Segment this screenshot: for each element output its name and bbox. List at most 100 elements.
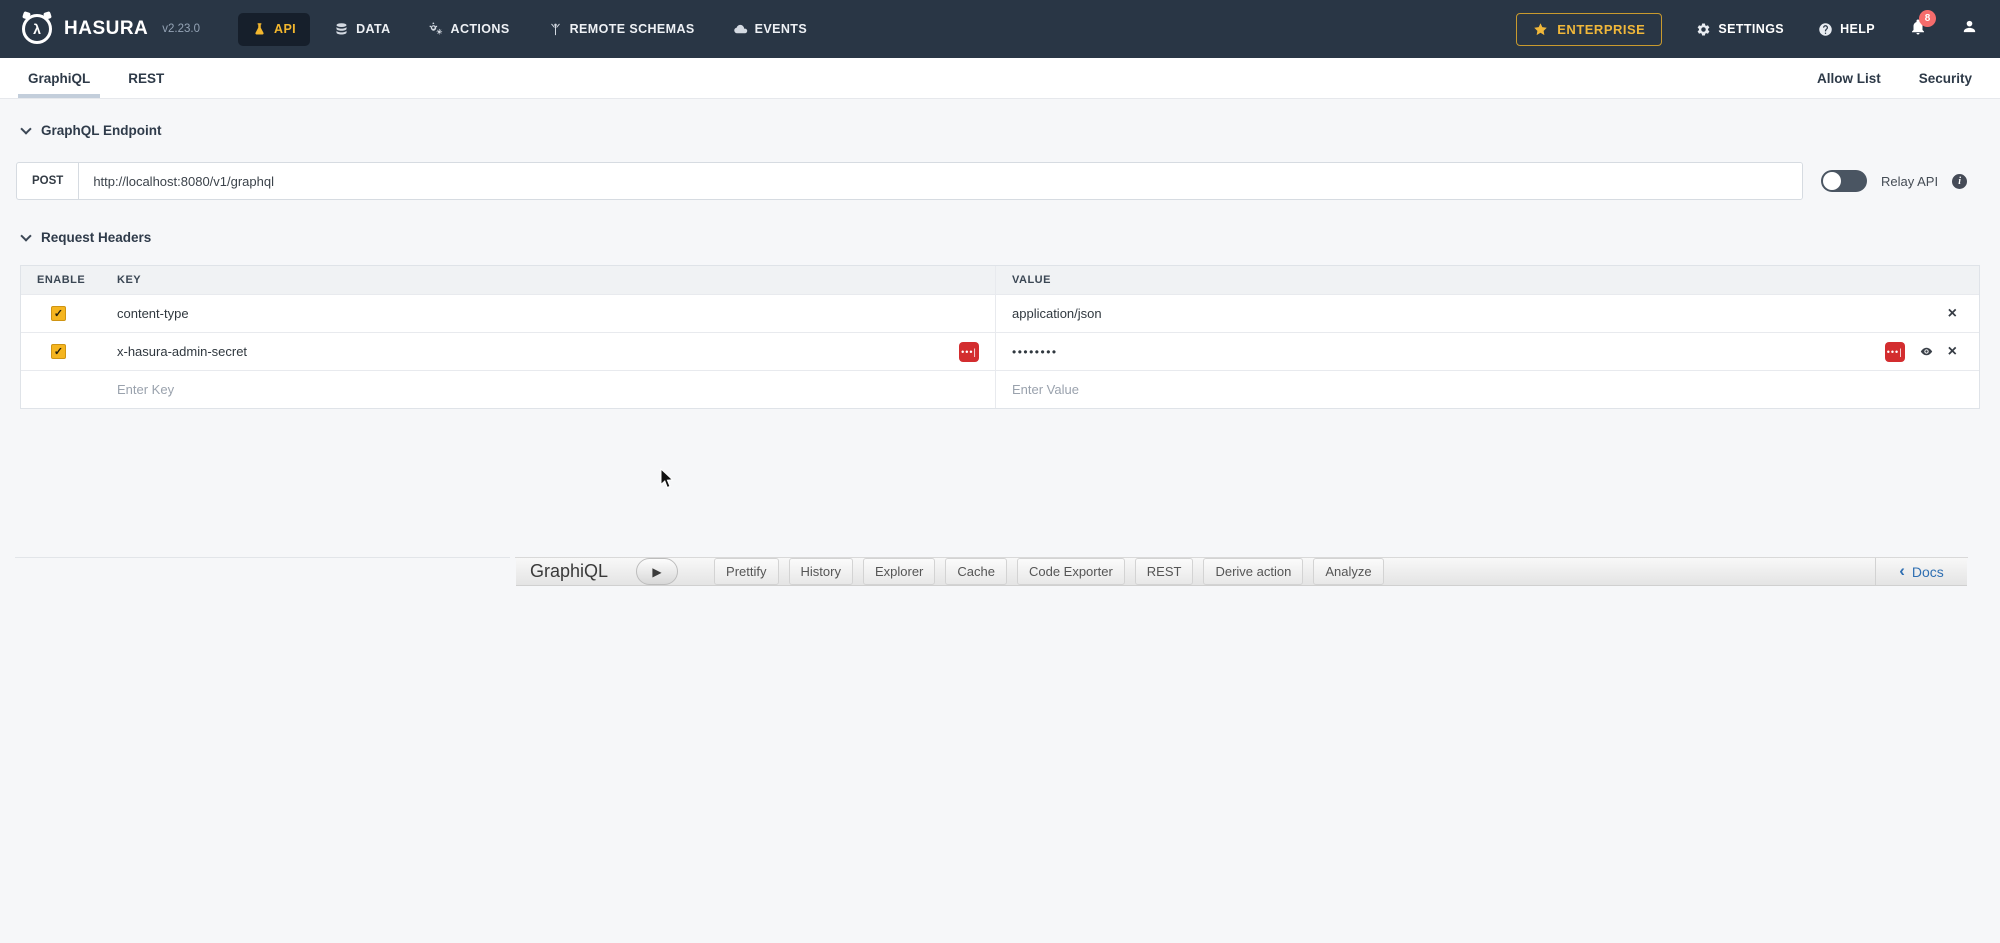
brand-name: HASURA [64, 18, 148, 40]
endpoint-row: POST Relay API i [16, 162, 1984, 200]
hasura-logo-icon[interactable]: λ [22, 14, 52, 44]
antenna-icon [548, 22, 563, 37]
nav-item-data[interactable]: DATA [320, 13, 404, 46]
new-header-key-cell[interactable]: Enter Key [97, 371, 995, 408]
new-header-value-cell[interactable]: Enter Value [995, 371, 1979, 408]
lastpass-icon[interactable]: •••| [1885, 342, 1905, 362]
column-header-key: KEY [97, 266, 995, 294]
version-label: v2.23.0 [162, 23, 200, 35]
nav-item-actions[interactable]: ACTIONS [415, 13, 524, 46]
enable-cell: ✓ [21, 295, 97, 332]
toolbar-button-code-exporter[interactable]: Code Exporter [1017, 558, 1125, 585]
execute-query-button[interactable]: ▶ [636, 558, 678, 585]
api-content: GraphQL Endpoint POST Relay API i Reques… [0, 123, 2000, 409]
eye-icon [1918, 345, 1935, 358]
nav-item-api[interactable]: API [238, 13, 310, 46]
nav-item-label: API [274, 22, 296, 36]
enterprise-label: ENTERPRISE [1557, 22, 1645, 37]
tab-rest[interactable]: REST [126, 58, 166, 98]
enable-cell: ✓ [21, 333, 97, 370]
section-title: GraphQL Endpoint [41, 123, 162, 138]
toggle-knob [1823, 172, 1841, 190]
graphiql-title: GraphiQL [530, 561, 608, 582]
column-header-value: VALUE [995, 266, 1979, 294]
api-subtabs: GraphiQL REST Allow List Security [0, 58, 2000, 99]
header-row: ✓ content-type application/json× [21, 294, 1979, 332]
endpoint-box: POST [16, 162, 1803, 200]
settings-label: SETTINGS [1718, 22, 1784, 36]
header-value-cell[interactable]: application/json× [995, 295, 1979, 332]
enterprise-button[interactable]: ENTERPRISE [1516, 13, 1662, 46]
graphiql-main: GraphiQL ▶ PrettifyHistoryExplorerCacheC… [515, 557, 1968, 558]
toolbar-button-explorer[interactable]: Explorer [863, 558, 935, 585]
toolbar-button-rest[interactable]: REST [1135, 558, 1194, 585]
mouse-cursor [660, 468, 675, 489]
graphql-endpoint-input[interactable] [79, 163, 1802, 199]
help-label: HELP [1840, 22, 1875, 36]
graphql-endpoint-section-header[interactable]: GraphQL Endpoint [22, 123, 1984, 138]
tab-graphiql[interactable]: GraphiQL [26, 58, 92, 98]
column-header-enable: ENABLE [21, 266, 97, 294]
relay-api-toggle[interactable] [1821, 170, 1867, 192]
remove-header-icon[interactable]: × [1948, 306, 1957, 322]
gear-icon [1696, 22, 1711, 37]
value-input-placeholder: Enter Value [1012, 382, 1079, 397]
row-actions: × [1948, 306, 1963, 322]
star-icon [1533, 22, 1548, 37]
new-header-row: Enter Key Enter Value [21, 370, 1979, 408]
toolbar-button-cache[interactable]: Cache [945, 558, 1007, 585]
enable-checkbox[interactable]: ✓ [51, 306, 66, 321]
http-method-badge: POST [17, 163, 79, 199]
subtabs-left: GraphiQL REST [26, 58, 166, 98]
help-button[interactable]: HELP [1818, 22, 1875, 37]
remove-header-icon[interactable]: × [1948, 344, 1957, 360]
nav-item-label: DATA [356, 22, 390, 36]
person-icon [1961, 18, 1978, 35]
gears-icon [429, 22, 444, 37]
play-icon: ▶ [652, 566, 661, 578]
table-header-row: ENABLEKEYVALUE [21, 266, 1979, 294]
flask-icon [252, 22, 267, 37]
question-icon [1818, 22, 1833, 37]
lastpass-icon[interactable]: •••| [959, 342, 979, 362]
tab-allow-list[interactable]: Allow List [1815, 58, 1883, 98]
docs-toggle[interactable]: ‹ Docs [1875, 558, 1967, 585]
notifications-button[interactable]: 8 [1909, 18, 1927, 41]
relay-api-label: Relay API [1881, 174, 1938, 189]
enable-cell [21, 371, 97, 408]
chevron-down-icon [20, 230, 31, 241]
account-button[interactable] [1961, 18, 1978, 40]
nav-item-events[interactable]: EVENTS [719, 13, 821, 46]
toolbar-button-history[interactable]: History [789, 558, 853, 585]
request-headers-section-header[interactable]: Request Headers [22, 230, 1984, 245]
request-headers-table: ENABLEKEYVALUE ✓ content-type application/j… [20, 265, 1980, 409]
info-icon[interactable]: i [1952, 174, 1967, 189]
header-key-cell[interactable]: x-hasura-admin-secret•••| [97, 333, 995, 370]
top-navbar: λ HASURA v2.23.0 API DATA ACTIONS REMOTE SC… [0, 0, 2000, 58]
brand: λ HASURA v2.23.0 [22, 14, 200, 44]
enable-checkbox[interactable]: ✓ [51, 344, 66, 359]
header-value-value: application/json [1012, 306, 1948, 321]
header-key-value: x-hasura-admin-secret [117, 344, 959, 359]
header-key-cell[interactable]: content-type [97, 295, 995, 332]
toolbar-button-derive-action[interactable]: Derive action [1203, 558, 1303, 585]
toolbar-button-analyze[interactable]: Analyze [1313, 558, 1383, 585]
navbar-right: ENTERPRISE SETTINGS HELP 8 [1516, 13, 1978, 46]
explorer-panel: Explorer × id:to:✓value:desc▶where:db_wr… [15, 557, 510, 558]
header-row: ✓x-hasura-admin-secret•••|•••••••••••|× [21, 332, 1979, 370]
nav-item-label: REMOTE SCHEMAS [570, 22, 695, 36]
nav-item-label: ACTIONS [451, 22, 510, 36]
tab-security[interactable]: Security [1917, 58, 1974, 98]
row-actions: •••| × [1885, 342, 1963, 362]
database-icon [334, 22, 349, 37]
toolbar-button-prettify[interactable]: Prettify [714, 558, 778, 585]
key-input-placeholder: Enter Key [117, 382, 174, 397]
graphiql-toolbar: GraphiQL ▶ Prettify History Explorer Cache C… [516, 558, 1967, 586]
nav-item-remote-schemas[interactable]: REMOTE SCHEMAS [534, 13, 709, 46]
header-value-cell[interactable]: •••••••••••|× [995, 333, 1979, 370]
settings-button[interactable]: SETTINGS [1696, 22, 1784, 37]
docs-chevron-icon: ‹ [1899, 562, 1905, 579]
notification-badge: 8 [1919, 10, 1936, 27]
eye-icon[interactable] [1918, 345, 1935, 358]
header-key-value: content-type [117, 306, 979, 321]
